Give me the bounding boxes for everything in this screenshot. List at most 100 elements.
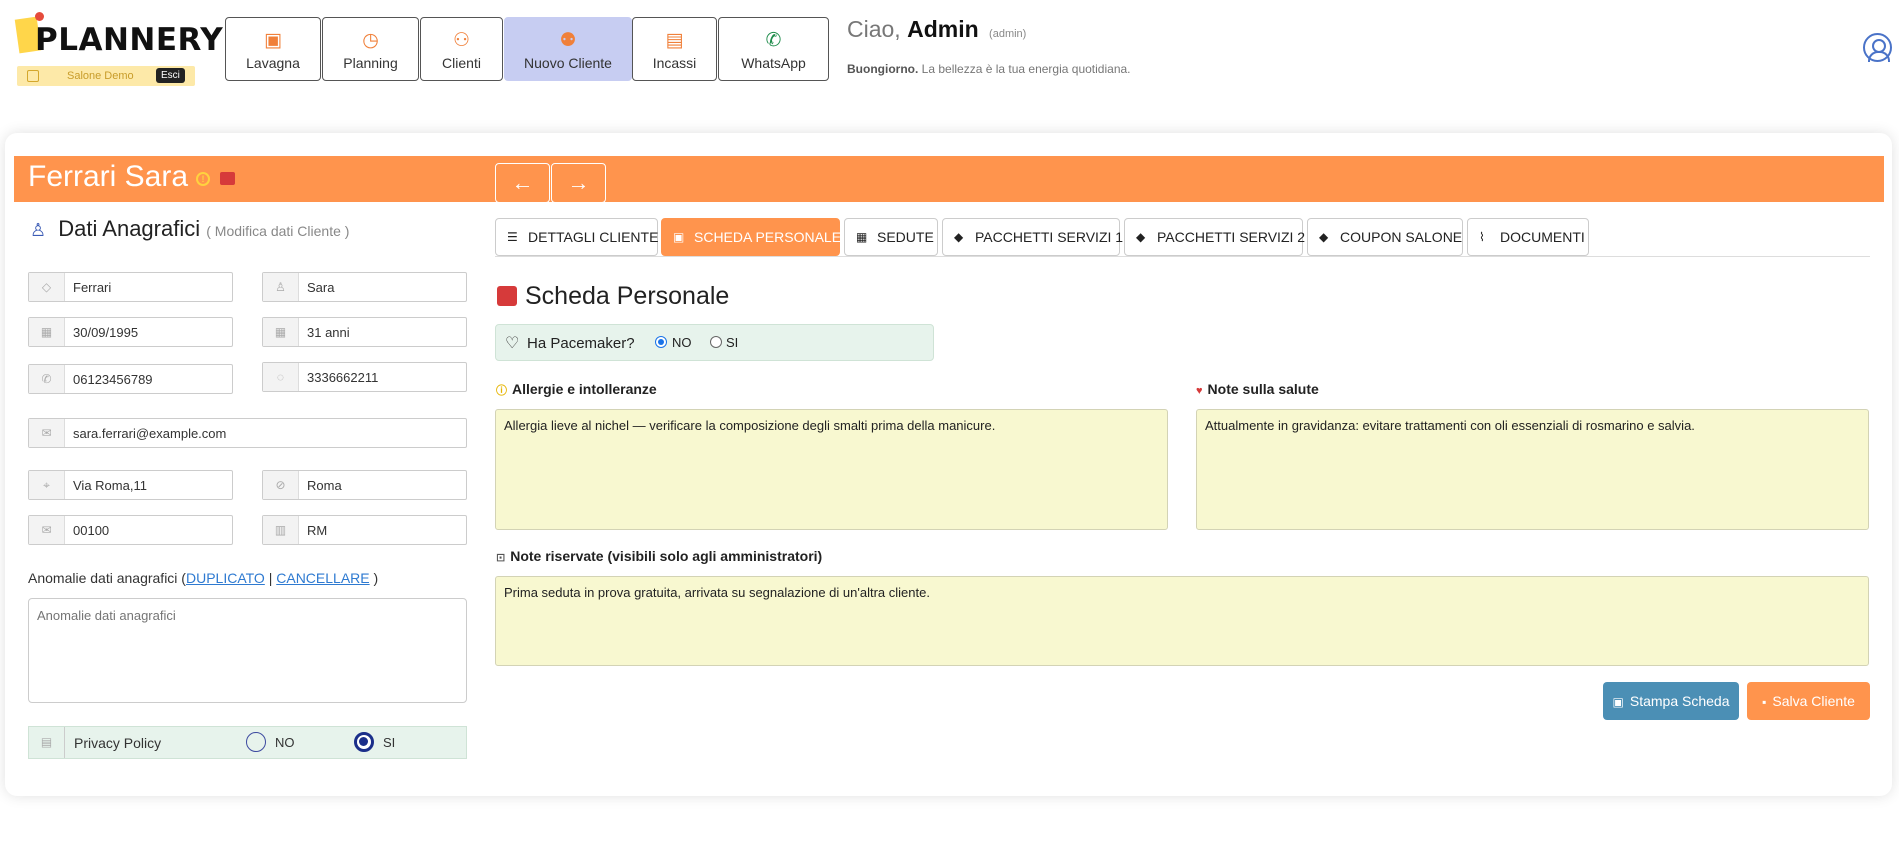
- duplicate-link[interactable]: DUPLICATO: [186, 570, 265, 586]
- clipboard-icon: ▣: [673, 230, 685, 244]
- tab-dettagli-cliente[interactable]: ☰ DETTAGLI CLIENTE: [495, 218, 658, 256]
- phone-value: 06123456789: [73, 372, 153, 387]
- tab-pacchetti-2[interactable]: ◆ PACCHETTI SERVIZI 2: [1124, 218, 1306, 256]
- allergies-label-text: Allergie e intolleranze: [512, 381, 657, 397]
- nav-clienti[interactable]: ⚇ Clienti: [420, 17, 503, 81]
- city-value: Roma: [307, 478, 342, 493]
- province-value: RM: [307, 523, 328, 538]
- email-value: sara.ferrari@example.com: [73, 426, 227, 441]
- pacemaker-no-radio[interactable]: [655, 336, 667, 348]
- reserved-notes-label-text: Note riservate (visibili solo agli ammin…: [510, 548, 823, 564]
- pacemaker-no-label: NO: [672, 335, 692, 350]
- print-sheet-button[interactable]: ▣ Stampa Scheda: [1603, 682, 1739, 720]
- calendar-grid-icon: ▦: [263, 318, 299, 346]
- tab-label: DOCUMENTI: [1500, 229, 1585, 245]
- anomalies-label: Anomalie dati anagrafici (DUPLICATO | CA…: [28, 570, 378, 586]
- greeting-user: Admin: [907, 16, 979, 42]
- privacy-si-radio[interactable]: [354, 732, 374, 752]
- calendar-clock-icon: ◷: [362, 30, 379, 51]
- age-value: 31 anni: [307, 325, 350, 340]
- user-details-icon: ☰: [507, 230, 518, 244]
- zip-value: 00100: [73, 523, 110, 538]
- medical-kit-icon: [220, 172, 235, 185]
- privacy-si-label: SI: [383, 735, 396, 750]
- nav-whatsapp[interactable]: ✆ WhatsApp: [718, 17, 829, 81]
- map-pin-icon: ⌖: [29, 471, 65, 499]
- info-icon: ⓘ: [496, 385, 507, 397]
- phone-field[interactable]: ✆ 06123456789: [28, 364, 233, 394]
- document-icon: ▤: [29, 727, 65, 758]
- province-field[interactable]: ▥ RM: [262, 515, 467, 545]
- health-notes-textarea[interactable]: Attualmente in gravidanza: evitare tratt…: [1196, 409, 1869, 530]
- phone-icon: ✆: [29, 365, 65, 393]
- salon-strip: Salone Demo Esci: [17, 66, 195, 86]
- calendar-icon: ▦: [856, 230, 868, 244]
- surname-value: Ferrari: [73, 280, 112, 295]
- tabs-divider: [495, 256, 1870, 257]
- anagrafica-title: ♙ Dati Anagrafici ( Modifica dati Client…: [30, 216, 349, 242]
- coupon-icon: ◆: [1319, 230, 1329, 244]
- age-field[interactable]: ▦ 31 anni: [262, 317, 467, 347]
- tab-label: PACCHETTI SERVIZI 2: [1157, 229, 1306, 245]
- birthdate-value: 30/09/1995: [73, 325, 139, 340]
- logo-text: PLANNERY: [35, 22, 224, 58]
- tab-coupon-salone[interactable]: ◆ COUPON SALONE: [1307, 218, 1463, 256]
- next-client-button[interactable]: →: [551, 163, 606, 203]
- tag-icon: ◇: [29, 273, 65, 301]
- calendar-icon: ▦: [29, 318, 65, 346]
- pacemaker-si-radio[interactable]: [710, 336, 722, 348]
- name-field[interactable]: ♙ Sara: [262, 272, 467, 302]
- greeting-text: La bellezza è la tua energia quotidiana.: [921, 62, 1131, 76]
- mobile-field[interactable]: ◌ 3336662211: [262, 362, 467, 392]
- anomalies-close: ): [373, 570, 379, 586]
- client-name: Ferrari Sara: [28, 160, 189, 193]
- heart-icon: ♡: [505, 335, 520, 352]
- users-icon: ⚇: [452, 30, 471, 51]
- paperclip-icon: ⌇: [1479, 230, 1485, 244]
- cash-icon: ▤: [665, 30, 684, 51]
- zip-field[interactable]: ✉ 00100: [28, 515, 233, 545]
- pin-icon: [35, 12, 44, 21]
- anomalies-textarea[interactable]: [28, 598, 467, 703]
- delete-link[interactable]: CANCELLARE: [276, 570, 369, 586]
- surname-field[interactable]: ◇ Ferrari: [28, 272, 233, 302]
- warning-icon: !: [196, 172, 210, 186]
- privacy-label: Privacy Policy: [74, 735, 162, 751]
- allergies-textarea[interactable]: Allergia lieve al nichel — verificare la…: [495, 409, 1168, 530]
- nav-planning[interactable]: ◷ Planning: [322, 17, 419, 81]
- allergies-text: Allergia lieve al nichel — verificare la…: [504, 418, 996, 433]
- printer-icon: ▣: [1612, 695, 1624, 709]
- privacy-no-radio[interactable]: [246, 732, 266, 752]
- nav-label: Nuovo Cliente: [524, 55, 612, 71]
- tab-scheda-personale[interactable]: ▣ SCHEDA PERSONALE: [661, 218, 842, 256]
- health-notes-label-text: Note sulla salute: [1207, 381, 1319, 397]
- logout-button[interactable]: Esci: [156, 68, 185, 83]
- prev-client-button[interactable]: ←: [495, 163, 550, 203]
- tab-documenti[interactable]: ⌇ DOCUMENTI: [1467, 218, 1589, 256]
- save-label: Salva Cliente: [1772, 693, 1855, 709]
- person-icon: ♙: [263, 273, 299, 301]
- greeting: Ciao, Admin (admin): [847, 16, 1026, 43]
- print-label: Stampa Scheda: [1629, 693, 1730, 709]
- user-avatar-icon[interactable]: [1863, 33, 1892, 62]
- city-field[interactable]: ⊘ Roma: [262, 470, 467, 500]
- app-logo[interactable]: PLANNERY Salone Demo Esci: [14, 12, 223, 88]
- scheda-title-text: Scheda Personale: [525, 282, 730, 310]
- mobile-value: 3336662211: [307, 370, 379, 385]
- nav-lavagna[interactable]: ▣ Lavagna: [225, 17, 321, 81]
- top-bar: PLANNERY Salone Demo Esci ▣ Lavagna ◷ Pl…: [0, 0, 1899, 100]
- greeting-hello: Ciao,: [847, 16, 901, 42]
- save-client-button[interactable]: ▪ Salva Cliente: [1747, 682, 1870, 720]
- compass-icon: ⊘: [263, 471, 299, 499]
- tab-sedute[interactable]: ▦ SEDUTE: [844, 218, 938, 256]
- email-field[interactable]: ✉ sara.ferrari@example.com: [28, 418, 467, 448]
- nav-nuovo-cliente[interactable]: ⚉ Nuovo Cliente: [504, 17, 632, 81]
- tab-pacchetti-1[interactable]: ◆ PACCHETTI SERVIZI 1: [942, 218, 1123, 256]
- client-header-bar: [14, 156, 1884, 202]
- greeting-message: Buongiorno. La bellezza è la tua energia…: [847, 62, 1131, 76]
- tab-label: SCHEDA PERSONALE: [694, 229, 842, 245]
- nav-incassi[interactable]: ▤ Incassi: [632, 17, 717, 81]
- reserved-notes-textarea[interactable]: Prima seduta in prova gratuita, arrivata…: [495, 576, 1869, 666]
- birthdate-field[interactable]: ▦ 30/09/1995: [28, 317, 233, 347]
- address-field[interactable]: ⌖ Via Roma,11: [28, 470, 233, 500]
